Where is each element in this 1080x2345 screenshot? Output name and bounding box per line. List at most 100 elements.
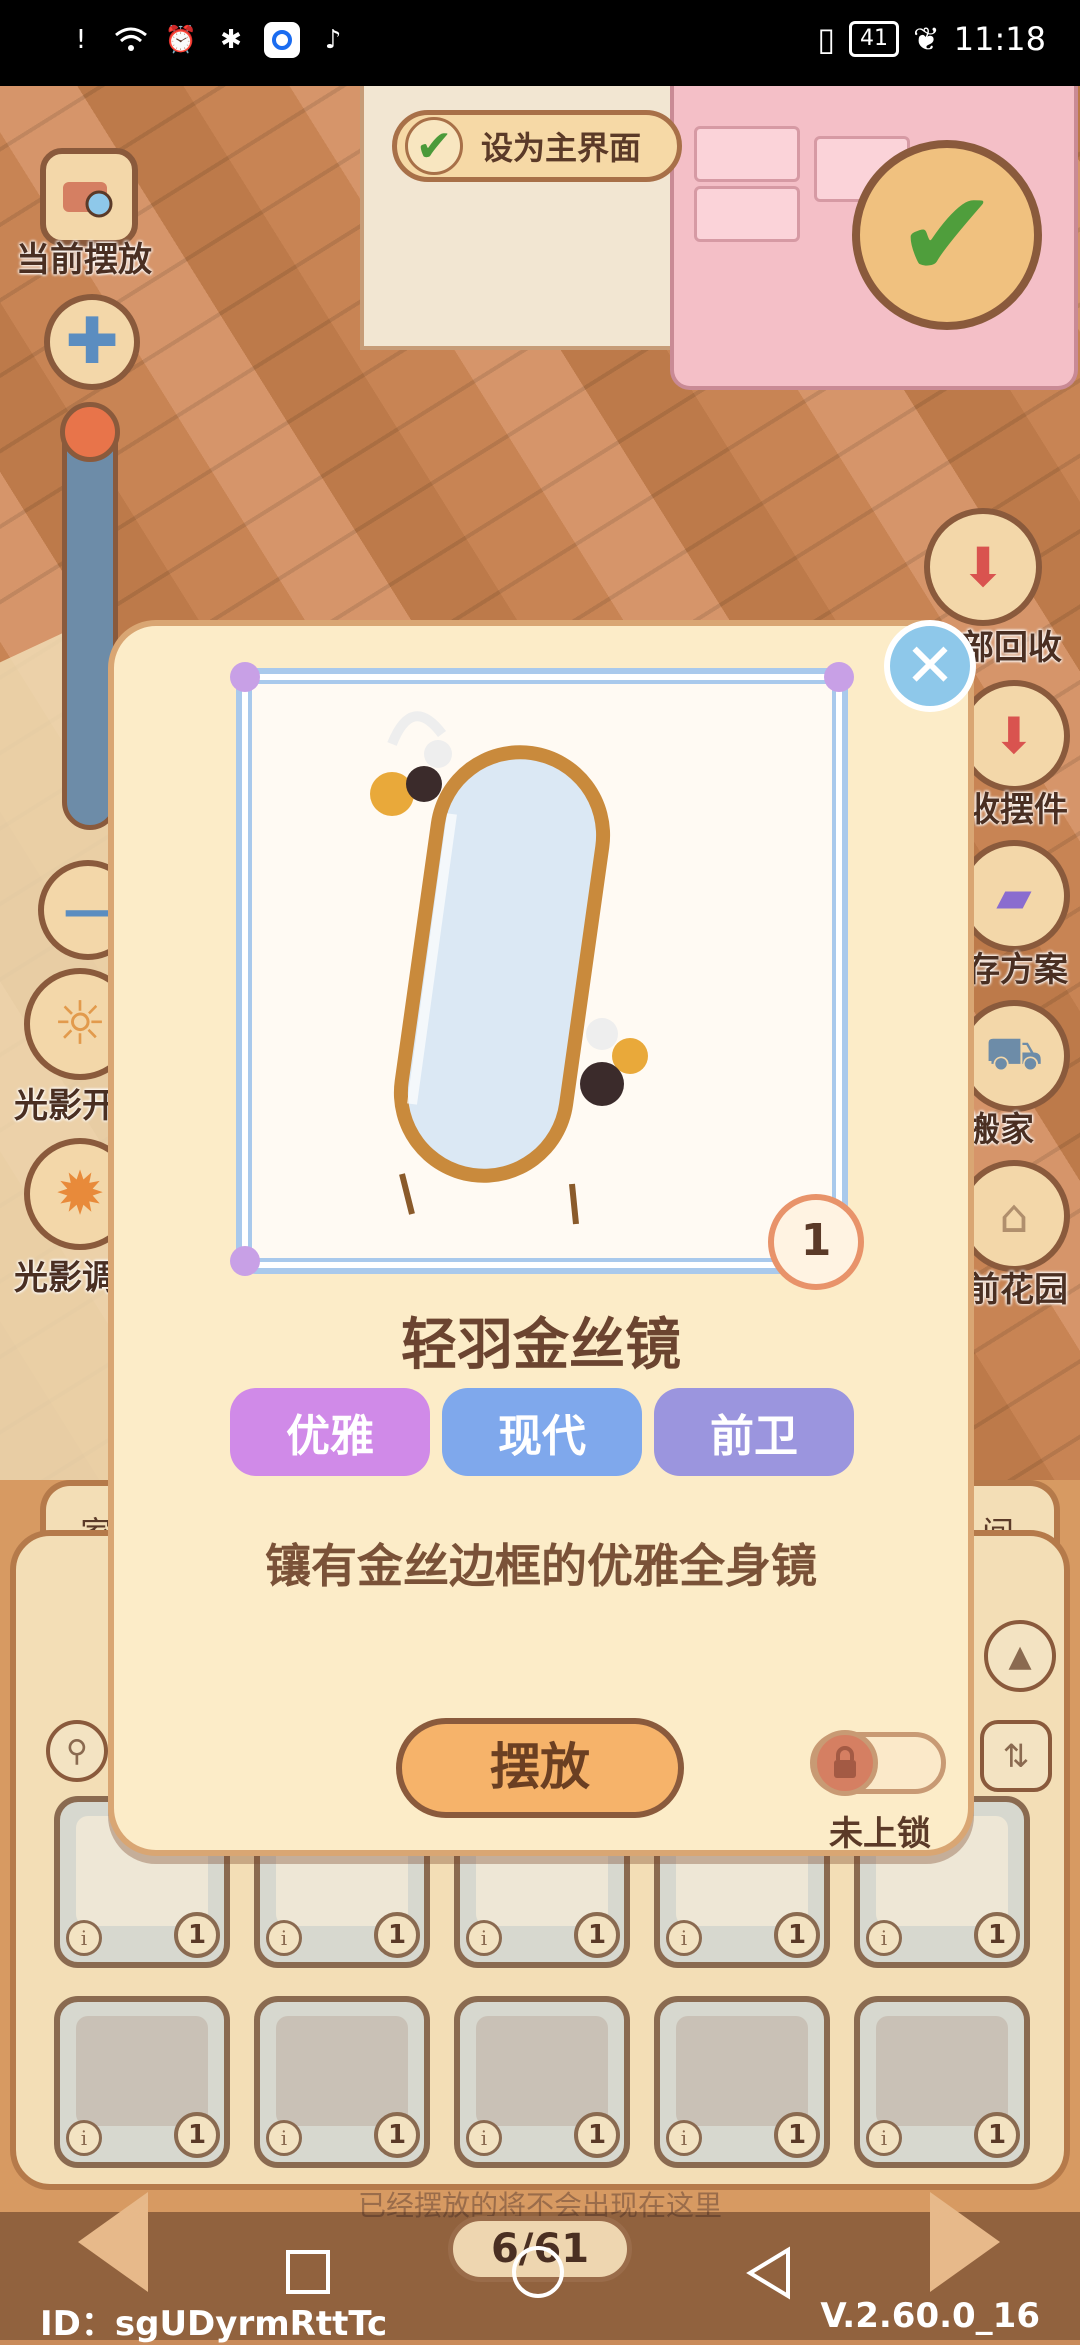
item-count: 1 xyxy=(374,2112,420,2158)
box-down-icon: ⬇ xyxy=(960,535,1006,599)
item-quantity-badge: 1 xyxy=(768,1194,864,1290)
move-house-label: 搬家 xyxy=(966,1110,1034,1150)
current-placement-label: 当前摆放 xyxy=(16,240,152,280)
lock-toggle-knob[interactable] xyxy=(812,1730,878,1796)
info-icon[interactable]: i xyxy=(866,1920,902,1956)
item-tags: 优雅 现代 前卫 xyxy=(230,1388,854,1476)
info-icon[interactable]: i xyxy=(66,1920,102,1956)
move-house-button[interactable]: ⛟ xyxy=(958,1000,1070,1112)
sun-icon: ✹ xyxy=(54,1159,106,1229)
inventory-item[interactable]: i 1 xyxy=(54,1996,230,2168)
info-icon[interactable]: i xyxy=(66,2120,102,2156)
item-count: 1 xyxy=(374,1912,420,1958)
recycle-all-button[interactable]: ⬇ xyxy=(924,508,1042,626)
desk-drawer xyxy=(694,126,800,182)
recent-apps-icon[interactable] xyxy=(286,2250,330,2294)
minus-icon: — xyxy=(63,881,113,939)
item-count: 1 xyxy=(774,2112,820,2158)
search-button[interactable]: ⚲ xyxy=(46,1720,108,1782)
sort-button[interactable]: ⇅ xyxy=(980,1720,1052,1792)
zoom-slider-handle[interactable] xyxy=(60,402,120,462)
item-description: 镶有金丝边框的优雅全身镜 xyxy=(265,1539,817,1593)
frame-ornament xyxy=(230,1246,260,1276)
home-icon[interactable] xyxy=(512,2246,564,2298)
set-main-screen-toggle[interactable]: ✔ 设为主界面 xyxy=(392,110,682,182)
prev-page-arrow-icon[interactable] xyxy=(78,2192,148,2292)
info-icon[interactable]: i xyxy=(866,2120,902,2156)
item-thumbnail xyxy=(476,2016,608,2126)
recycle-item-button[interactable]: ⬇ xyxy=(958,680,1070,792)
item-count: 1 xyxy=(574,2112,620,2158)
item-count: 1 xyxy=(774,1912,820,1958)
info-icon[interactable]: i xyxy=(266,1920,302,1956)
leaf-icon: ❦ xyxy=(912,20,940,58)
tag-modern: 现代 xyxy=(442,1388,642,1476)
lock-status-label: 未上锁 xyxy=(829,1814,931,1854)
save-plan-button[interactable]: ▰ xyxy=(958,840,1070,952)
chevron-up-icon: ▲ xyxy=(1008,1638,1032,1674)
item-thumbnail xyxy=(76,2016,208,2126)
scroll-up-button[interactable]: ▲ xyxy=(984,1620,1056,1692)
item-thumbnail xyxy=(876,2016,1008,2126)
alarm-icon: ⏰ xyxy=(164,25,198,55)
truck-icon: ⛟ xyxy=(985,1026,1043,1080)
lock-icon xyxy=(834,1746,856,1778)
folder-icon: ▰ xyxy=(996,869,1032,923)
set-main-screen-label: 设为主界面 xyxy=(481,129,642,167)
tag-avant-garde: 前卫 xyxy=(654,1388,854,1476)
battery-icon: 41 xyxy=(848,21,899,57)
status-icons-left: ! ⏰ ✱ ♪ xyxy=(64,22,350,58)
frame-ornament xyxy=(230,662,260,692)
info-icon[interactable]: i xyxy=(266,2120,302,2156)
version-text: V.2.60.0_16 xyxy=(820,2296,1040,2336)
bluetooth-icon: ✱ xyxy=(220,25,242,55)
info-icon[interactable]: i xyxy=(666,1920,702,1956)
confirm-button[interactable]: ✔ xyxy=(852,140,1042,330)
vibrate-icon: ▯ xyxy=(817,20,835,58)
recycle-item-label: 收摆件 xyxy=(966,790,1068,830)
checkmark-icon: ✔ xyxy=(896,165,998,305)
item-name: 轻羽金丝镜 xyxy=(401,1313,681,1378)
inventory-item[interactable]: i 1 xyxy=(454,1996,630,2168)
mirror-image xyxy=(370,711,648,1225)
info-icon[interactable]: i xyxy=(466,2120,502,2156)
status-bar: ! ⏰ ✱ ♪ ▯ 41 ❦ 11:18 xyxy=(0,0,1080,86)
zoom-in-button[interactable]: ✚ xyxy=(44,294,140,390)
inventory-item[interactable]: i 1 xyxy=(654,1996,830,2168)
frame-ornament xyxy=(824,662,854,692)
item-count: 1 xyxy=(574,1912,620,1958)
box-down-icon: ⬇ xyxy=(993,707,1035,765)
light-off-icon: ☼ xyxy=(53,989,107,1059)
close-dialog-button[interactable]: ✕ xyxy=(884,620,976,712)
inventory-item[interactable]: i 1 xyxy=(854,1996,1030,2168)
tiktok-icon: ♪ xyxy=(324,25,342,55)
plus-icon: ✚ xyxy=(65,305,119,379)
go-garden-label: 前花园 xyxy=(966,1270,1068,1310)
item-count: 1 xyxy=(174,2112,220,2158)
back-icon[interactable] xyxy=(744,2246,794,2304)
clock-time: 11:18 xyxy=(953,20,1046,58)
go-garden-button[interactable]: ⌂ xyxy=(958,1160,1070,1272)
arch-icon: ⌂ xyxy=(999,1189,1029,1243)
app-notification-icon xyxy=(264,22,300,58)
item-thumbnail xyxy=(276,2016,408,2126)
player-id: ID：sgUDyrmRttTc xyxy=(40,2304,388,2344)
checkmark-icon: ✔ xyxy=(405,117,463,175)
desk-drawer xyxy=(694,186,800,242)
item-count: 1 xyxy=(974,1912,1020,1958)
search-icon: ⚲ xyxy=(66,1733,88,1769)
save-plan-label: 存方案 xyxy=(966,950,1068,990)
info-icon[interactable]: i xyxy=(466,1920,502,1956)
inventory-item[interactable]: i 1 xyxy=(254,1996,430,2168)
place-button[interactable]: 摆放 xyxy=(396,1718,684,1818)
notification-icon: ! xyxy=(75,25,87,55)
wifi-icon xyxy=(114,23,148,57)
status-icons-right: ▯ 41 ❦ 11:18 xyxy=(817,20,1046,58)
item-count: 1 xyxy=(974,2112,1020,2158)
close-icon: ✕ xyxy=(904,631,956,701)
item-count: 1 xyxy=(174,1912,220,1958)
next-page-arrow-icon[interactable] xyxy=(930,2192,1000,2292)
item-thumbnail xyxy=(676,2016,808,2126)
info-icon[interactable]: i xyxy=(666,2120,702,2156)
tag-elegant: 优雅 xyxy=(230,1388,430,1476)
